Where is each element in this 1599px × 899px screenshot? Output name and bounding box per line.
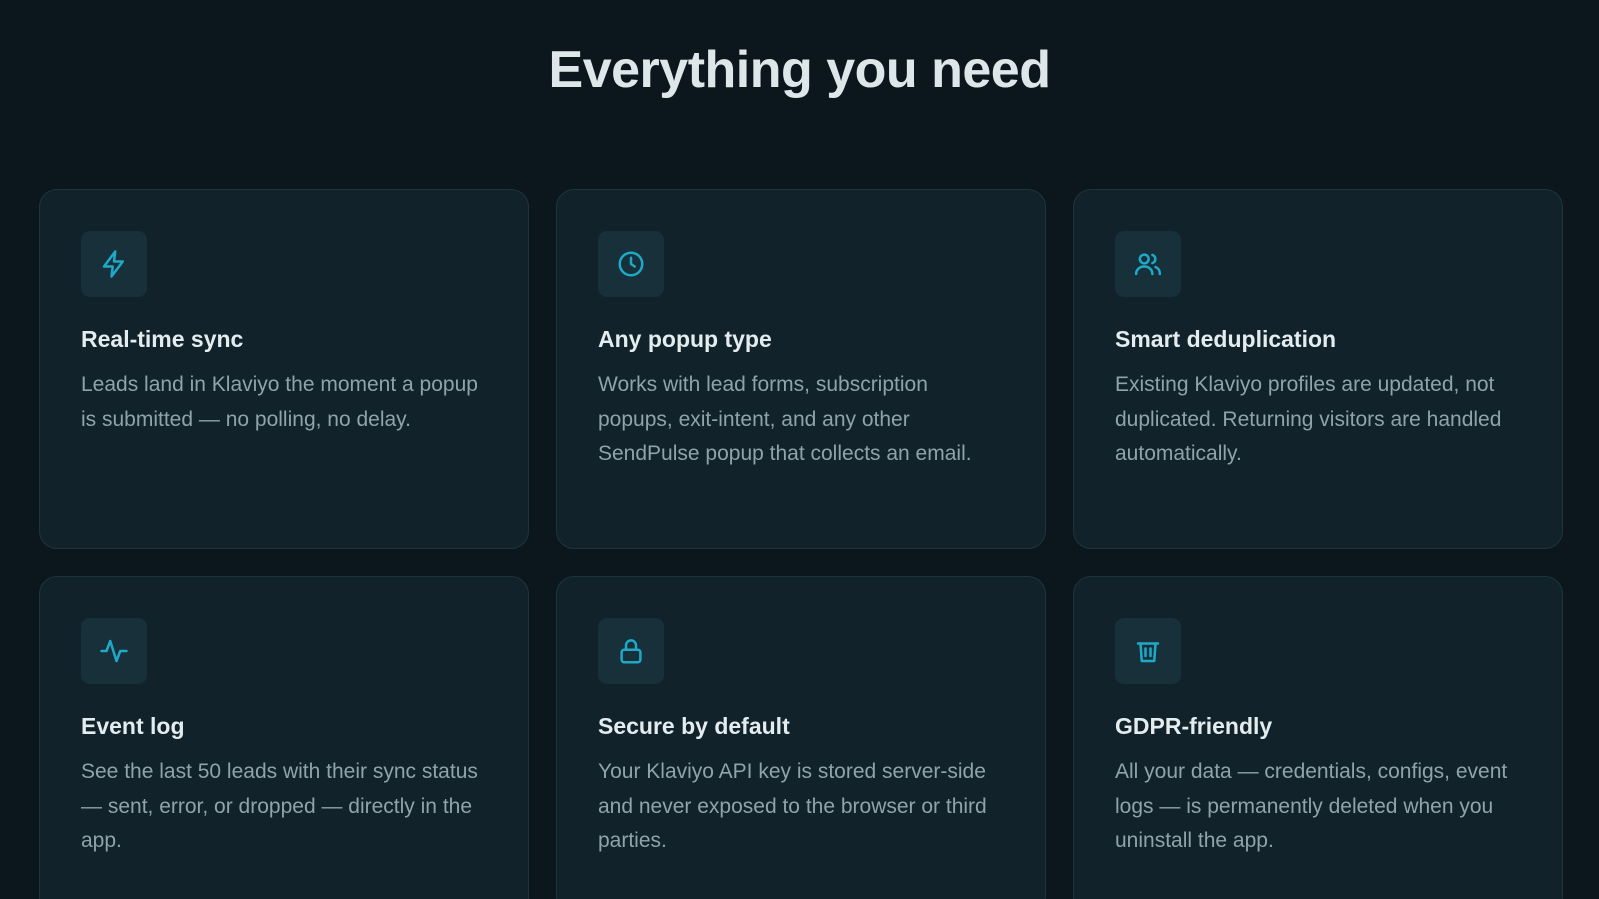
- feature-title: Real-time sync: [81, 326, 244, 352]
- feature-title: Event log: [81, 713, 185, 739]
- feature-description: See the last 50 leads with their sync st…: [81, 760, 478, 852]
- feature-description: Existing Klaviyo profiles are updated, n…: [1115, 373, 1502, 465]
- clock-icon: [598, 231, 664, 297]
- feature-card-event-log: Event log See the last 50 leads with the…: [39, 576, 529, 899]
- section-heading: Everything you need: [548, 41, 1051, 99]
- feature-title: Smart deduplication: [1115, 326, 1337, 352]
- activity-icon: [81, 618, 147, 684]
- trash-icon: [1115, 618, 1181, 684]
- feature-title: Secure by default: [598, 713, 790, 739]
- feature-description: Your Klaviyo API key is stored server-si…: [598, 760, 987, 852]
- feature-description: Works with lead forms, subscription popu…: [598, 373, 972, 465]
- feature-description: All your data — credentials, configs, ev…: [1115, 760, 1508, 852]
- feature-card-secure-by-default: Secure by default Your Klaviyo API key i…: [556, 576, 1046, 899]
- feature-title: GDPR-friendly: [1115, 713, 1273, 739]
- feature-card-smart-deduplication: Smart deduplication Existing Klaviyo pro…: [1073, 189, 1563, 549]
- feature-description: Leads land in Klaviyo the moment a popup…: [81, 373, 478, 431]
- features-section: Everything you need Real-time sync Leads…: [0, 0, 1599, 899]
- feature-card-any-popup-type: Any popup type Works with lead forms, su…: [556, 189, 1046, 549]
- lightning-icon: [81, 231, 147, 297]
- feature-title: Any popup type: [598, 326, 772, 352]
- users-icon: [1115, 231, 1181, 297]
- feature-card-gdpr-friendly: GDPR-friendly All your data — credential…: [1073, 576, 1563, 899]
- features-grid: Real-time sync Leads land in Klaviyo the…: [39, 189, 1563, 899]
- feature-card-real-time-sync: Real-time sync Leads land in Klaviyo the…: [39, 189, 529, 549]
- lock-icon: [598, 618, 664, 684]
